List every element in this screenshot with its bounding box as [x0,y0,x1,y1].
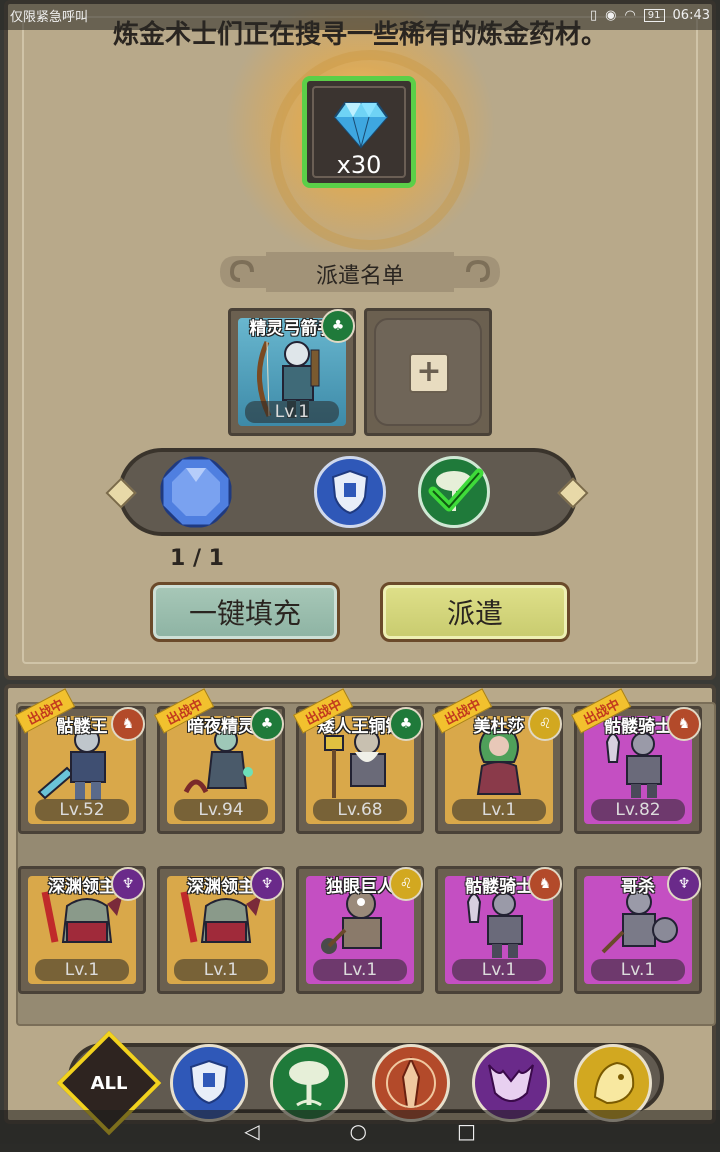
roster-card[interactable]: 独眼巨人 ♌ Lv.1 [296,866,424,994]
hero-level: Lv.52 [35,799,129,821]
tree-faction-icon: ♣ [250,707,284,741]
hero-level: Lv.1 [452,959,546,981]
filter-all-label: ALL [90,1072,128,1094]
hero-level: Lv.1 [174,959,268,981]
hero-level: Lv.68 [313,799,407,821]
hero-level: Lv.1 [313,959,407,981]
wifi-icon: ◠ [624,7,636,23]
check-icon [428,468,484,512]
roster-card[interactable]: 矮人王铜锤 出战中 ♣ Lv.68 [293,688,424,834]
reward-slot[interactable]: x30 [302,76,416,188]
demon-faction-icon: ♆ [667,867,701,901]
auto-fill-button[interactable]: 一键填充 [150,582,340,642]
beast-faction-icon: ♞ [528,867,562,901]
recent-apps-icon[interactable]: □ [457,1119,476,1143]
empty-hero-slot[interactable]: + [364,308,492,436]
roster-card[interactable]: 美杜莎 出战中 ♌ Lv.1 [432,688,563,834]
dispatch-button[interactable]: 派遣 [380,582,570,642]
requirement-count: 1 / 1 [170,546,224,571]
system-nav-bar: ◁ ○ □ [0,1110,720,1152]
back-icon[interactable]: ◁ [244,1119,259,1143]
roster-card[interactable]: 骷髅骑士 ♞ Lv.1 [435,866,563,994]
hero-level: Lv.1 [245,401,339,423]
roster-card[interactable]: 骷髅骑士 出战中 ♞ Lv.82 [571,688,702,834]
home-icon[interactable]: ○ [350,1119,367,1143]
clock: 06:43 [672,7,710,23]
eye-icon: ◉ [605,7,617,23]
dispatch-list-title: 派遣名单 [315,264,404,289]
hero-level: Lv.1 [35,959,129,981]
roster-card[interactable]: 深渊领主 ♆ Lv.1 [18,866,146,994]
status-bar: 仅限紧急呼叫 ▯ ◉ ◠ 91 06:43 [0,0,720,30]
hero-level: Lv.94 [174,799,268,821]
beast-faction-icon: ♞ [111,707,145,741]
demon-faction-icon: ♆ [250,867,284,901]
dispatch-list-ribbon: 派遣名单 [216,248,504,296]
reward-quantity: x30 [336,151,382,179]
tree-faction-check-icon [418,456,490,528]
roster-card[interactable]: 暗夜精灵 出战中 ♣ Lv.94 [154,688,285,834]
battery-icon: 91 [643,8,665,22]
plus-icon[interactable]: + [409,353,449,393]
hero-level: Lv.1 [452,799,546,821]
lion-faction-icon: ♌ [389,867,423,901]
tree-faction-icon: ♣ [321,309,355,343]
roster-card[interactable]: 深渊领主 ♆ Lv.1 [157,866,285,994]
selected-hero-card[interactable]: 精灵弓箭手 ♣ Lv.1 [228,308,356,436]
demon-faction-icon: ♆ [111,867,145,901]
diamond-icon [333,102,389,149]
carrier-text: 仅限紧急呼叫 [10,9,89,25]
tree-faction-icon: ♣ [389,707,423,741]
vibrate-icon: ▯ [589,7,598,23]
hero-level: Lv.1 [591,959,685,981]
hero-level: Lv.82 [591,799,685,821]
lion-faction-icon: ♌ [528,707,562,741]
roster-card[interactable]: 哥杀 ♆ Lv.1 [574,866,702,994]
status-icons: ▯ ◉ ◠ 91 06:43 [590,8,710,23]
beast-faction-icon: ♞ [667,707,701,741]
roster-card[interactable]: 骷髅王 出战中 ♞ Lv.52 [15,688,146,834]
blue-gem-icon [160,456,232,528]
shield-faction-icon [314,456,386,528]
